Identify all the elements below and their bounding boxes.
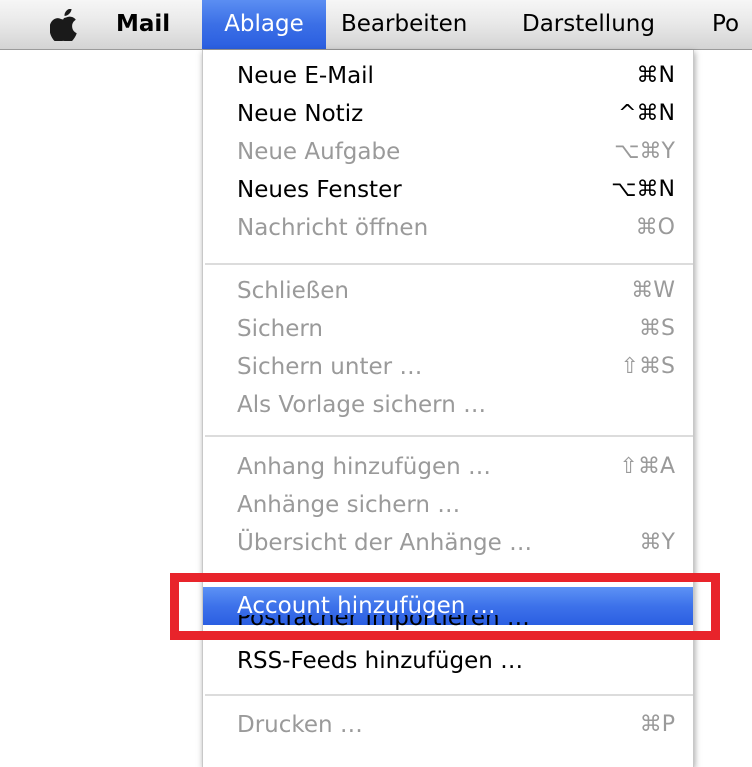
menu-item-anhaenge-sichern: Anhänge sichern … [203, 486, 693, 524]
menu-item-label: Sichern unter … [237, 354, 423, 380]
menu-item-label: RSS-Feeds hinzufügen … [237, 648, 524, 674]
menu-item-drucken: Drucken … ⌘P [203, 706, 693, 744]
menu-separator [205, 435, 693, 437]
menu-item-shortcut: ⌘Y [639, 530, 675, 555]
menu-item-shortcut: ⌘W [631, 278, 675, 303]
menu-item-schliessen: Schließen ⌘W [203, 272, 693, 310]
menu-item-label: Postfächer importieren … [237, 615, 530, 631]
menu-item-label: Neues Fenster [237, 177, 402, 203]
menubar-item-mail[interactable]: Mail [116, 0, 170, 49]
apple-logo-icon[interactable] [50, 9, 78, 41]
menu-item-anhang-hinzufuegen: Anhang hinzufügen … ⇧⌘A [203, 448, 693, 486]
menu-item-label: Neue Notiz [237, 101, 364, 127]
menu-item-label: Übersicht der Anhänge … [237, 530, 533, 556]
menu-item-postfaecher-importieren[interactable]: Postfächer importieren … [203, 615, 693, 635]
menu-item-als-vorlage-sichern: Als Vorlage sichern … [203, 386, 693, 424]
ablage-menu: Neue E-Mail ⌘N Neue Notiz ^⌘N Neue Aufga… [202, 50, 694, 767]
menu-item-sichern-unter: Sichern unter … ⇧⌘S [203, 348, 693, 386]
menu-item-label: Neue Aufgabe [237, 139, 401, 165]
menu-item-neue-notiz[interactable]: Neue Notiz ^⌘N [203, 95, 693, 133]
menu-item-label: Anhänge sichern … [237, 492, 461, 518]
menu-separator [205, 576, 693, 578]
menu-item-shortcut: ^⌘N [618, 101, 675, 126]
menubar-item-ablage[interactable]: Ablage [202, 0, 326, 49]
menu-item-shortcut: ⌘N [636, 63, 675, 88]
menu-bar: Mail Ablage Bearbeiten Darstellung Po [0, 0, 752, 50]
menu-separator [205, 263, 693, 265]
menu-item-neue-aufgabe: Neue Aufgabe ⌥⌘Y [203, 133, 693, 171]
menu-item-label: Drucken … [237, 712, 363, 738]
menu-item-label: Schließen [237, 278, 349, 304]
menu-item-label: Anhang hinzufügen … [237, 454, 491, 480]
menu-item-neues-fenster[interactable]: Neues Fenster ⌥⌘N [203, 171, 693, 209]
menu-item-shortcut: ⇧⌘S [620, 354, 675, 379]
menubar-item-po[interactable]: Po [712, 0, 739, 49]
menu-separator [205, 694, 693, 696]
menu-item-shortcut: ⌥⌘N [611, 177, 675, 202]
menu-item-shortcut: ⇧⌘A [619, 454, 675, 479]
menu-item-uebersicht-der-anhaenge: Übersicht der Anhänge … ⌘Y [203, 524, 693, 562]
screen: Mail Ablage Bearbeiten Darstellung Po Ne… [0, 0, 752, 767]
menu-item-sichern: Sichern ⌘S [203, 310, 693, 348]
menu-item-label: Sichern [237, 316, 323, 342]
menu-item-label: Nachricht öffnen [237, 215, 429, 241]
menu-item-nachricht-oeffnen: Nachricht öffnen ⌘O [203, 209, 693, 247]
menu-item-shortcut: ⌘P [639, 712, 675, 737]
menu-item-label: Neue E-Mail [237, 63, 374, 89]
menu-item-neue-email[interactable]: Neue E-Mail ⌘N [203, 57, 693, 95]
menubar-item-darstellung[interactable]: Darstellung [522, 0, 655, 49]
menu-item-shortcut: ⌘O [635, 215, 675, 240]
menubar-item-bearbeiten[interactable]: Bearbeiten [341, 0, 467, 49]
menu-item-shortcut: ⌘S [639, 316, 675, 341]
menu-item-label: Als Vorlage sichern … [237, 392, 487, 418]
menu-item-shortcut: ⌥⌘Y [614, 139, 675, 164]
menu-item-rss-feeds-hinzufuegen[interactable]: RSS-Feeds hinzufügen … [203, 642, 693, 680]
